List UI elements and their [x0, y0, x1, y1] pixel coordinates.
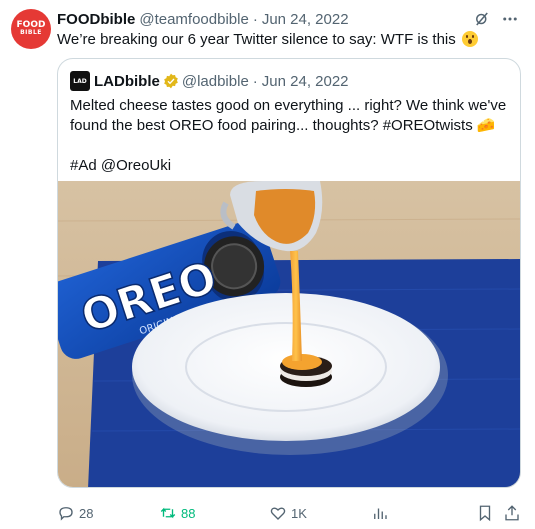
astonished-face-icon: [461, 31, 478, 47]
quoted-tweet[interactable]: LAD LADbible @ladbible · Jun 24, 2022 Me…: [57, 58, 521, 488]
grok-icon[interactable]: [473, 10, 491, 28]
views-icon: [374, 508, 387, 519]
quoted-media-image[interactable]: OREO ORIGINAL: [58, 181, 521, 488]
retweet-icon: [160, 507, 176, 519]
like-count: 1K: [291, 505, 307, 521]
reply-count: 28: [79, 505, 94, 521]
bookmark-button[interactable]: [476, 504, 494, 522]
tweet-header: FOODbible @teamfoodbible · Jun 24, 2022: [57, 10, 519, 28]
separator: ·: [252, 10, 258, 28]
like-button[interactable]: 1K: [269, 504, 307, 522]
avatar[interactable]: FOOD BIBLE: [11, 9, 51, 49]
action-bar: 28 88 1K: [57, 503, 521, 523]
views-button[interactable]: [371, 504, 389, 522]
tweet-date[interactable]: Jun 24, 2022: [262, 11, 349, 28]
tweet[interactable]: FOOD BIBLE FOODbible @teamfoodbible · Ju…: [0, 0, 535, 529]
avatar-logo: FOOD BIBLE: [16, 20, 46, 37]
author-name[interactable]: FOODbible: [57, 11, 135, 28]
tweet-text: We’re breaking our 6 year Twitter silenc…: [57, 30, 519, 50]
heart-icon: [270, 507, 286, 520]
verified-badge-icon: [164, 73, 178, 89]
quoted-header: LAD LADbible @ladbible · Jun 24, 2022: [70, 71, 349, 91]
reply-button[interactable]: 28: [57, 504, 93, 522]
quoted-date[interactable]: Jun 24, 2022: [262, 73, 349, 90]
quoted-author-handle[interactable]: @ladbible: [182, 73, 249, 90]
quoted-text: Melted cheese tastes good on everything …: [70, 97, 507, 174]
share-icon: [505, 505, 519, 521]
share-button[interactable]: [503, 504, 521, 522]
retweet-count: 88: [181, 505, 196, 521]
author-handle[interactable]: @teamfoodbible: [139, 11, 248, 28]
more-icon[interactable]: [501, 10, 519, 28]
quoted-author-name[interactable]: LADbible: [94, 73, 160, 90]
quoted-separator: ·: [252, 72, 258, 90]
retweet-button[interactable]: 88: [159, 504, 195, 522]
quoted-avatar[interactable]: LAD: [70, 71, 90, 91]
reply-icon: [59, 507, 73, 521]
bookmark-icon: [479, 505, 491, 522]
